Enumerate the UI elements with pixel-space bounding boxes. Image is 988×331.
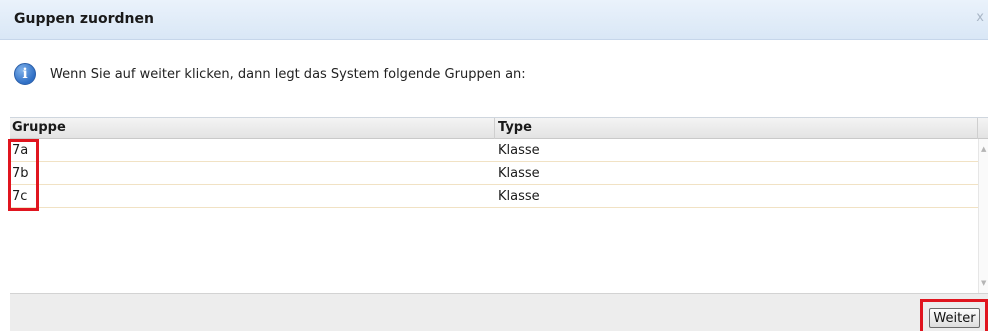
dialog-footer [10, 293, 988, 331]
dialog-title: Guppen zuordnen [14, 11, 154, 27]
column-separator[interactable] [494, 118, 495, 139]
column-header-type[interactable]: Type [498, 120, 532, 135]
table-row[interactable]: 7b Klasse [10, 162, 978, 185]
cell-gruppe: 7b [12, 166, 29, 181]
weiter-button[interactable]: Weiter [929, 308, 980, 328]
groups-grid: Gruppe Type 7a Klasse 7b Klasse 7c Klass… [10, 117, 988, 293]
column-header-gruppe[interactable]: Gruppe [12, 120, 66, 135]
column-separator[interactable] [977, 118, 978, 139]
scroll-down-icon[interactable]: ▼ [981, 279, 986, 287]
cell-type: Klasse [498, 166, 540, 181]
cell-type: Klasse [498, 189, 540, 204]
table-row[interactable]: 7a Klasse [10, 139, 978, 162]
grid-header: Gruppe Type [10, 118, 988, 139]
info-text: Wenn Sie auf weiter klicken, dann legt d… [50, 66, 526, 82]
grid-scrollbar[interactable]: ▲ ▼ [978, 139, 988, 293]
info-icon: i [14, 63, 36, 85]
group-assign-dialog: Guppen zuordnen x i Wenn Sie auf weiter … [0, 0, 988, 331]
cell-gruppe: 7c [12, 189, 28, 204]
info-message: i Wenn Sie auf weiter klicken, dann legt… [14, 60, 526, 88]
table-row[interactable]: 7c Klasse [10, 185, 978, 208]
grid-body: 7a Klasse 7b Klasse 7c Klasse [10, 139, 978, 208]
cell-gruppe: 7a [12, 143, 29, 158]
dialog-title-bar[interactable]: Guppen zuordnen x [0, 0, 988, 40]
cell-type: Klasse [498, 143, 540, 158]
close-icon[interactable]: x [976, 10, 984, 25]
scroll-up-icon[interactable]: ▲ [981, 145, 986, 153]
